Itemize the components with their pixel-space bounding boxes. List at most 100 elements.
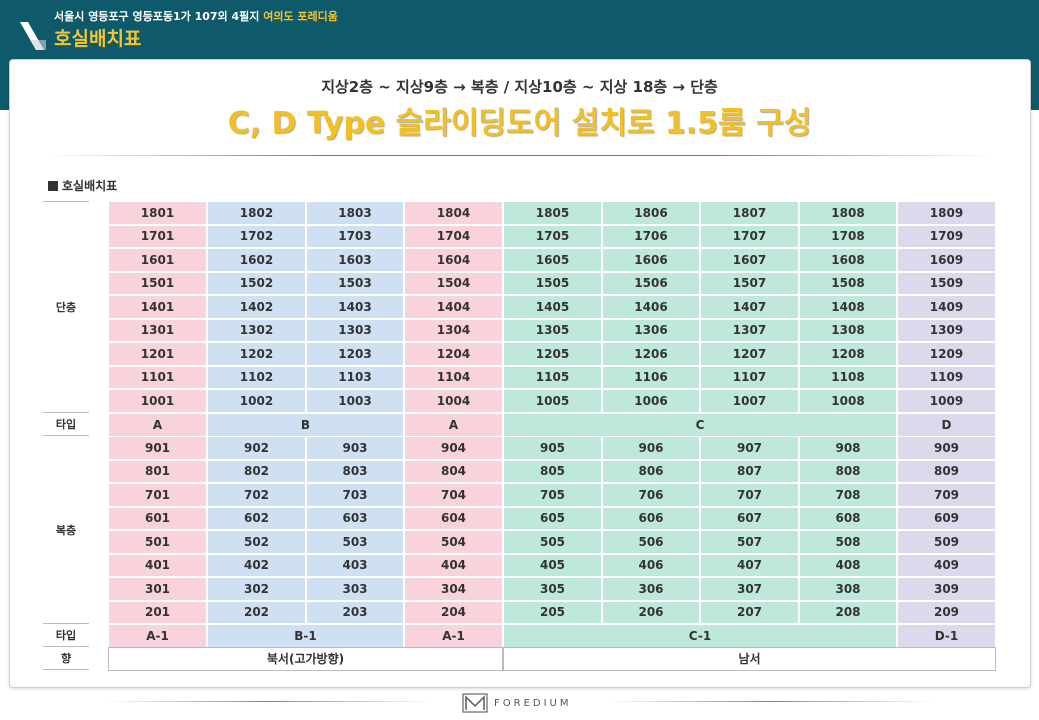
direction-cell: 북서(고가방향): [108, 647, 503, 671]
type-cell: A: [108, 413, 207, 437]
unit-cell: 1101: [108, 365, 207, 389]
type-cell: B-1: [207, 624, 404, 648]
unit-cell: 303: [306, 577, 404, 601]
unit-cell: 408: [799, 553, 897, 577]
section-label: 호실배치표: [48, 177, 117, 194]
unit-cell: 601: [108, 506, 207, 530]
unit-cell: 606: [602, 506, 700, 530]
unit-cell: 707: [700, 483, 799, 507]
unit-cell: 1007: [700, 389, 799, 413]
unit-cell: 509: [897, 530, 996, 554]
unit-cell: 809: [897, 459, 996, 483]
unit-cell: 1308: [799, 318, 897, 342]
unit-cell: 1504: [404, 271, 503, 295]
type-cell: A: [404, 413, 503, 437]
unit-cell: 205: [503, 600, 602, 624]
unit-cell: 1601: [108, 248, 207, 272]
footer-rule-left: [105, 701, 435, 702]
type-label-upper: 타입: [43, 413, 89, 436]
unit-cell: 1805: [503, 201, 602, 225]
unit-cell: 904: [404, 436, 503, 460]
unit-cell: 1709: [897, 224, 996, 248]
unit-cell: 1706: [602, 224, 700, 248]
unit-cell: 1803: [306, 201, 404, 225]
unit-cell: 607: [700, 506, 799, 530]
unit-cell: 308: [799, 577, 897, 601]
type-cell: C: [503, 413, 897, 437]
unit-cell: 801: [108, 459, 207, 483]
type-cell: A-1: [108, 624, 207, 648]
unit-cell: 508: [799, 530, 897, 554]
unit-cell: 605: [503, 506, 602, 530]
unit-cell: 1808: [799, 201, 897, 225]
unit-cell: 302: [207, 577, 306, 601]
unit-cell: 1701: [108, 224, 207, 248]
unit-cell: 1703: [306, 224, 404, 248]
type-cell: A-1: [404, 624, 503, 648]
unit-cell: 906: [602, 436, 700, 460]
unit-cell: 1304: [404, 318, 503, 342]
unit-cell: 609: [897, 506, 996, 530]
unit-cell: 1002: [207, 389, 306, 413]
floor-subtitle: 지상2층 ~ 지상9층 → 복층 / 지상10층 ~ 지상 18층 → 단층: [321, 78, 718, 96]
unit-cell: 603: [306, 506, 404, 530]
unit-cell: 908: [799, 436, 897, 460]
unit-cell: 1008: [799, 389, 897, 413]
unit-cell: 309: [897, 577, 996, 601]
unit-cell: 1806: [602, 201, 700, 225]
unit-cell: 1408: [799, 295, 897, 319]
unit-cell: 1407: [700, 295, 799, 319]
square-bullet-icon: [48, 181, 58, 191]
unit-cell: 1106: [602, 365, 700, 389]
unit-cell: 1505: [503, 271, 602, 295]
unit-cell: 1201: [108, 342, 207, 366]
type-cell: C-1: [503, 624, 897, 648]
unit-cell: 701: [108, 483, 207, 507]
footer-brand: FOREDIUM: [462, 692, 572, 714]
unit-cell: 1702: [207, 224, 306, 248]
unit-cell: 501: [108, 530, 207, 554]
unit-cell: 902: [207, 436, 306, 460]
type-cell: D-1: [897, 624, 996, 648]
unit-cell: 709: [897, 483, 996, 507]
unit-cell: 1108: [799, 365, 897, 389]
unit-cell: 1104: [404, 365, 503, 389]
unit-cell: 807: [700, 459, 799, 483]
unit-cell: 1207: [700, 342, 799, 366]
m-logo-icon: [462, 693, 488, 713]
unit-cell: 306: [602, 577, 700, 601]
unit-cell: 502: [207, 530, 306, 554]
unit-cell: 1604: [404, 248, 503, 272]
unit-cell: 1005: [503, 389, 602, 413]
footer-rule-right: [605, 701, 935, 702]
unit-cell: 1602: [207, 248, 306, 272]
section-label-text: 호실배치표: [62, 179, 118, 193]
unit-cell: 1704: [404, 224, 503, 248]
project-address: 서울시 영등포구 영등포동1가 107외 4필지 여의도 포레디움: [54, 8, 338, 24]
unit-cell: 507: [700, 530, 799, 554]
unit-cell: 403: [306, 553, 404, 577]
unit-cell: 1501: [108, 271, 207, 295]
page-title: 호실배치표: [54, 28, 142, 50]
unit-cell: 201: [108, 600, 207, 624]
unit-cell: 301: [108, 577, 207, 601]
unit-cell: 1302: [207, 318, 306, 342]
unit-cell: 1001: [108, 389, 207, 413]
unit-cell: 1809: [897, 201, 996, 225]
unit-cell: 1006: [602, 389, 700, 413]
unit-cell: 1508: [799, 271, 897, 295]
unit-cell: 702: [207, 483, 306, 507]
unit-cell: 402: [207, 553, 306, 577]
unit-cell: 1707: [700, 224, 799, 248]
unit-cell: 503: [306, 530, 404, 554]
unit-cell: 1502: [207, 271, 306, 295]
unit-cell: 1802: [207, 201, 306, 225]
unit-cell: 1307: [700, 318, 799, 342]
unit-cell: 604: [404, 506, 503, 530]
divider: [44, 155, 994, 156]
unit-cell: 307: [700, 577, 799, 601]
unit-cell: 1606: [602, 248, 700, 272]
unit-cell: 905: [503, 436, 602, 460]
unit-cell: 1102: [207, 365, 306, 389]
unit-cell: 907: [700, 436, 799, 460]
